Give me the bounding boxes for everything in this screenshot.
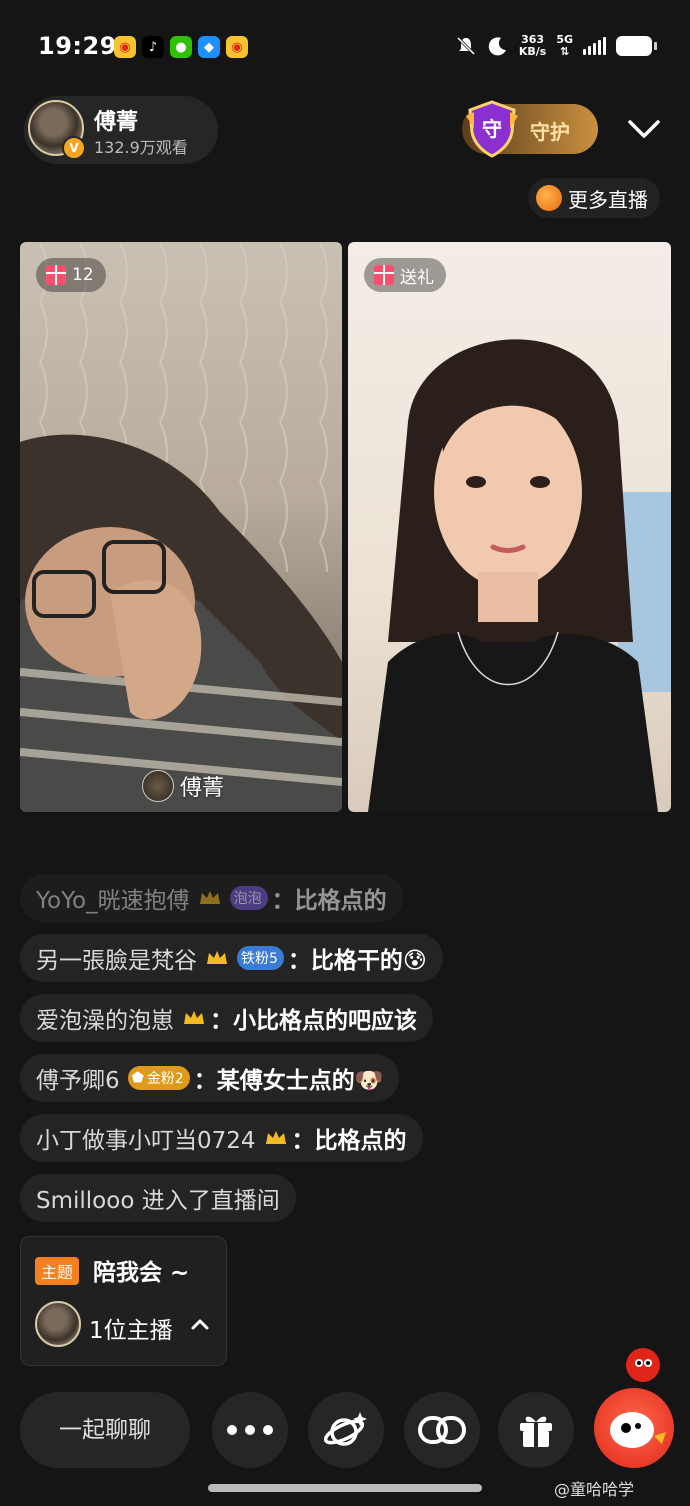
planet-icon [536, 185, 562, 211]
gift-icon [374, 265, 394, 285]
tiktok-app-icon: ♪ [142, 36, 164, 58]
gift-count-chip[interactable]: 12 [36, 258, 106, 292]
net-speed: 363 KB/s [518, 33, 547, 58]
weibo-mascot-icon [626, 1348, 660, 1382]
guard-button[interactable]: 守 守护 [462, 100, 598, 158]
fan-badge: ⬟ 金粉2 [127, 1066, 190, 1090]
chat-system-message: Smillooo 进入了直播间 [20, 1174, 296, 1222]
more-options-button[interactable] [212, 1392, 288, 1468]
moon-icon [488, 37, 506, 56]
gift-button[interactable] [498, 1392, 574, 1468]
host-name-tag: 傅菁 [142, 770, 224, 802]
chat-username: 傅予卿6 [36, 1068, 120, 1094]
gift-icon [46, 265, 66, 285]
verified-v-icon: V [62, 136, 86, 160]
topic-host-avatar [35, 1301, 81, 1347]
video-panel-host[interactable]: 12 傅菁 [20, 242, 342, 812]
chat-username: 小丁做事小叮当0724 [36, 1128, 256, 1154]
chat-message[interactable]: 小丁做事小叮当0724 ：比格点的 [20, 1114, 423, 1162]
status-time: 19:29 [38, 32, 117, 60]
chat-username: YoYo_晄速抱傅 [36, 888, 190, 914]
fan-badge: 泡泡 [229, 886, 268, 910]
watermark: @童哈哈学 [554, 1480, 635, 1499]
fan-badge: 铁粉5 [237, 946, 284, 970]
gift-count: 12 [72, 265, 94, 285]
chat-text: 比格点的 [314, 1128, 407, 1154]
video-panel-guest[interactable]: 送礼 [348, 242, 671, 812]
chat-input-button[interactable]: 一起聊聊 [20, 1392, 190, 1468]
topic-tag: 主题 [35, 1257, 80, 1285]
chat-message[interactable]: 另一張臉是梵谷 铁粉5 ：比格干的😰 [20, 934, 443, 982]
browser-app-icon: ◆ [198, 36, 220, 58]
crown-icon [184, 1011, 204, 1024]
more-dots-icon [227, 1425, 273, 1435]
chat-text: 某傅女士点的🐶 [216, 1068, 384, 1094]
chat-message[interactable]: YoYo_晄速抱傅 泡泡 ：比格点的 [20, 874, 403, 922]
host-view-count: 132.9万观看 [94, 138, 188, 157]
signal-icon [583, 37, 606, 55]
crown-icon [207, 951, 227, 964]
chat-username: 爱泡澡的泡崽 [36, 1008, 174, 1034]
collapse-chevron-down-icon[interactable] [624, 112, 664, 148]
status-app-icons: ◉ ♪ ● ◆ ◉ [114, 36, 248, 58]
battery-icon [616, 36, 657, 56]
wechat-app-icon: ● [170, 36, 192, 58]
guest-video-frame [368, 339, 671, 812]
chat-system-text: Smillooo 进入了直播间 [36, 1188, 280, 1214]
status-right: 363 KB/s 5G ⇅ [455, 33, 657, 58]
mute-bell-icon [456, 36, 475, 56]
guard-label: 守护 [530, 120, 570, 144]
host-mini-avatar [142, 770, 174, 802]
weibo-logo-icon [610, 1412, 666, 1448]
send-gift-chip[interactable]: 送礼 [364, 258, 446, 292]
weibo-app-icon-2: ◉ [226, 36, 248, 58]
send-gift-label: 送礼 [400, 267, 434, 288]
crown-icon [265, 1131, 286, 1144]
topic-card[interactable]: 主题 陪我会 ~ 1位主播 [20, 1236, 227, 1366]
gold-gem-icon: ⬟ [131, 1070, 144, 1086]
chat-text: 小比格点的吧应该 [233, 1008, 417, 1034]
link-icon [418, 1416, 466, 1444]
chat-message[interactable]: 傅予卿6 ⬟ 金粉2 ：某傅女士点的🐶 [20, 1054, 400, 1102]
planet-sparkle-icon [324, 1412, 367, 1446]
chat-text: 比格点的 [294, 888, 387, 914]
weibo-action-button[interactable] [594, 1388, 674, 1468]
more-live-label: 更多直播 [568, 187, 648, 212]
chevron-up-icon[interactable] [189, 1313, 211, 1335]
chat-message[interactable]: 爱泡澡的泡崽 ：小比格点的吧应该 [20, 994, 433, 1042]
chat-username: 另一張臉是梵谷 [36, 948, 197, 974]
net-type: 5G ⇅ [556, 33, 573, 58]
more-live-button[interactable]: 更多直播 [528, 178, 660, 218]
topic-host-count: 1位主播 [89, 1318, 173, 1344]
host-name: 傅菁 [94, 110, 139, 135]
link-connect-button[interactable] [404, 1392, 480, 1468]
svg-text:守: 守 [482, 117, 502, 141]
crown-icon [199, 891, 220, 904]
host-info-pill[interactable]: V 傅菁 132.9万观看 [24, 96, 218, 164]
host-video-frame [20, 242, 342, 812]
chat-text: 比格干的😰 [310, 948, 427, 974]
guard-shield-icon: 守 [466, 100, 518, 158]
topic-title: 陪我会 ~ [93, 1260, 190, 1286]
interact-button[interactable] [308, 1392, 384, 1468]
home-indicator[interactable] [208, 1484, 482, 1492]
weibo-app-icon: ◉ [114, 36, 136, 58]
gift-box-icon [520, 1416, 552, 1447]
